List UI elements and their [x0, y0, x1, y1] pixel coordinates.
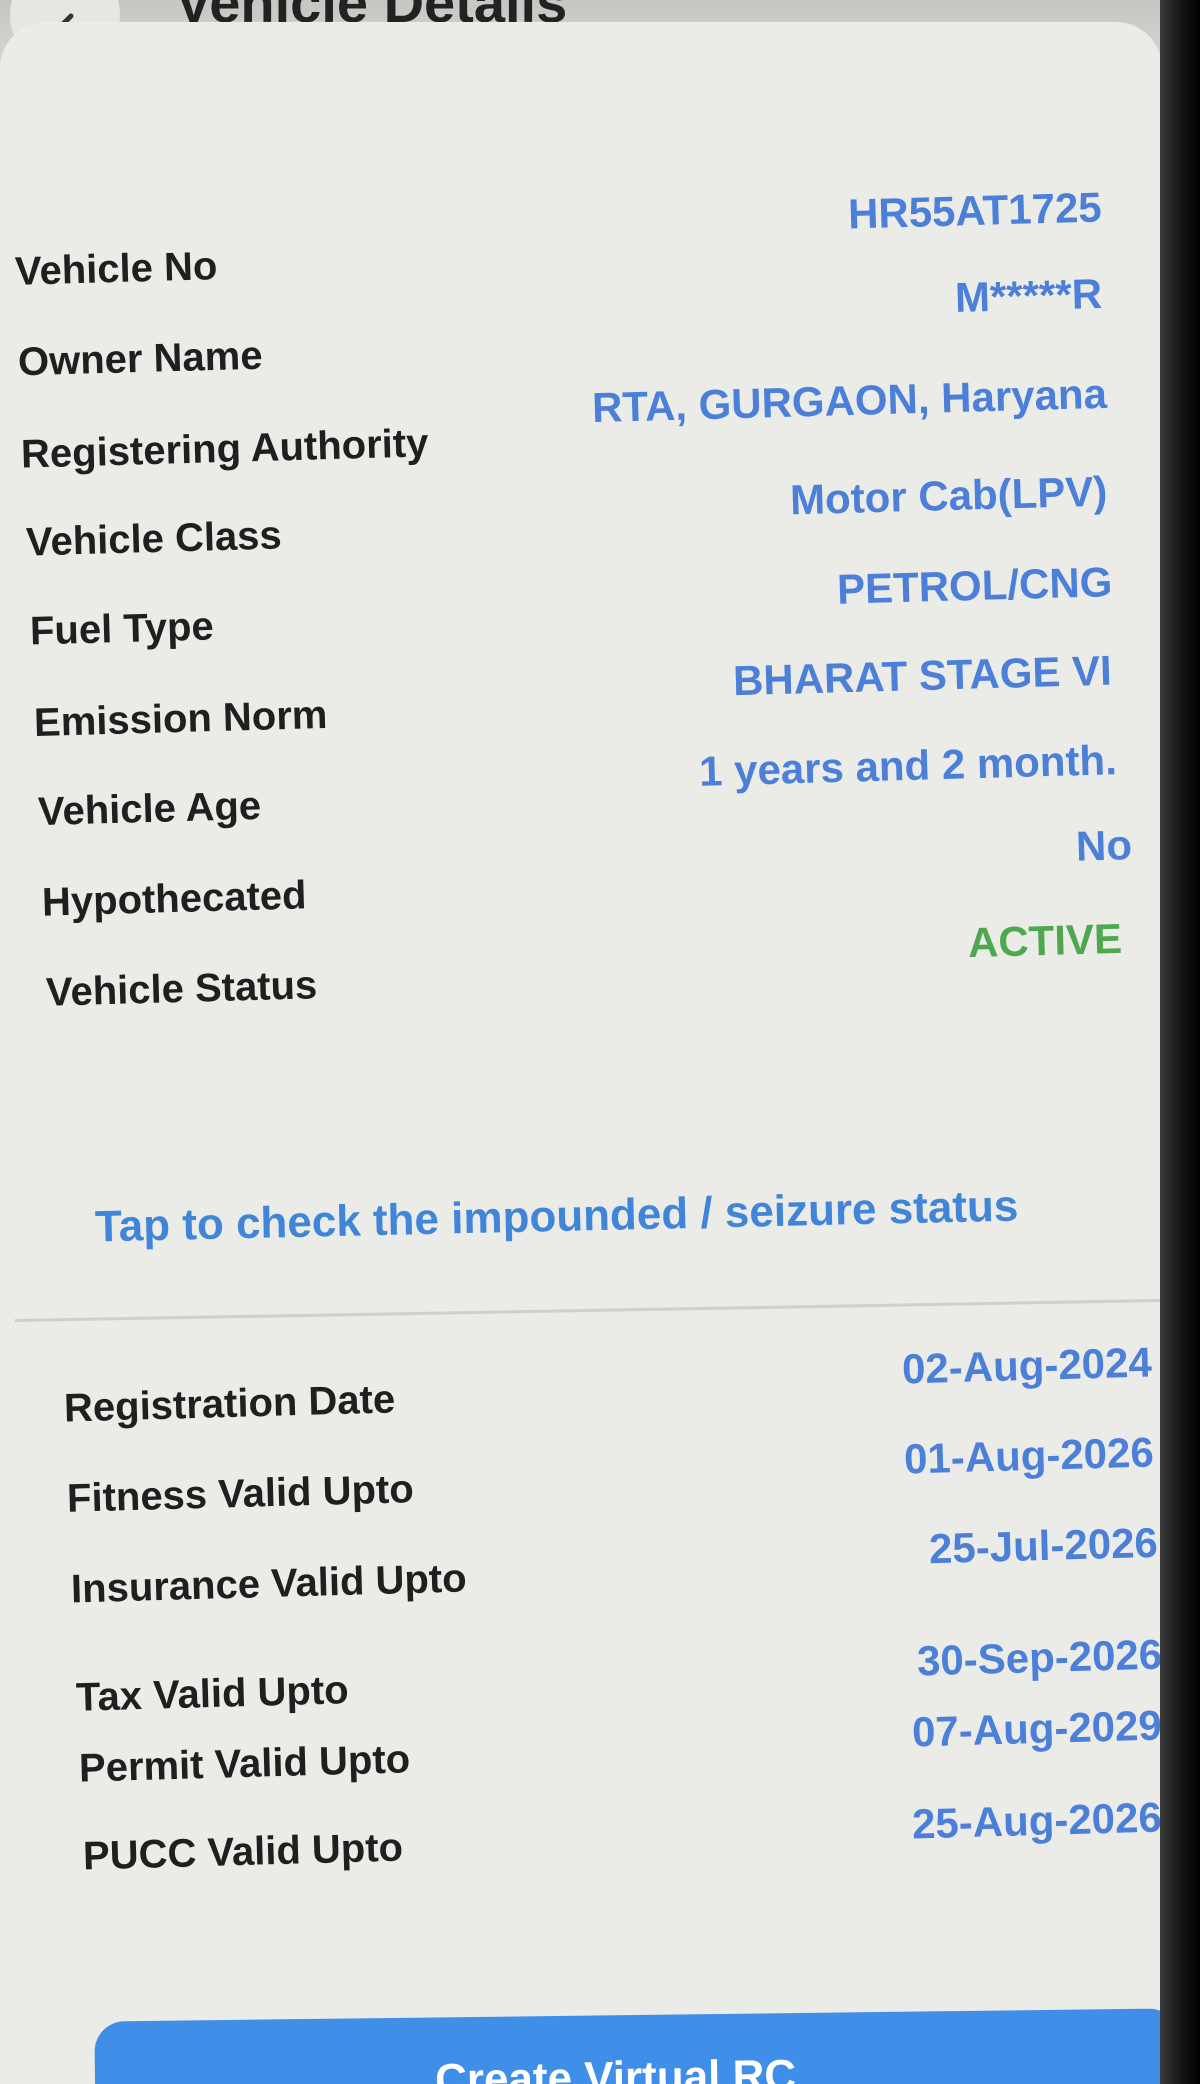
label-pucc-valid-upto: PUCC Valid Upto	[82, 1825, 404, 1879]
value-vehicle-status: ACTIVE	[967, 914, 1123, 967]
value-hypothecated: No	[1075, 821, 1133, 870]
value-insurance-valid-upto: 25-Jul-2026	[928, 1518, 1159, 1573]
value-vehicle-no: HR55AT1725	[847, 183, 1103, 238]
label-owner-name: Owner Name	[17, 333, 264, 385]
value-registering-authority: RTA, GURGAON, Haryana	[591, 369, 1108, 432]
label-hypothecated: Hypothecated	[41, 873, 308, 925]
label-vehicle-status: Vehicle Status	[45, 963, 318, 1015]
label-permit-valid-upto: Permit Valid Upto	[78, 1737, 411, 1791]
create-virtual-rc-button[interactable]: Create Virtual RC	[94, 2008, 1181, 2084]
label-vehicle-no: Vehicle No	[14, 244, 218, 294]
value-tax-valid-upto: 30-Sep-2026	[916, 1630, 1163, 1685]
section-divider	[14, 1298, 1197, 1322]
label-tax-valid-upto: Tax Valid Upto	[75, 1668, 350, 1720]
value-emission-norm: BHARAT STAGE VI	[732, 646, 1113, 705]
label-registration-date: Registration Date	[63, 1377, 396, 1431]
value-fuel-type: PETROL/CNG	[836, 558, 1113, 613]
label-vehicle-class: Vehicle Class	[25, 513, 283, 565]
label-emission-norm: Emission Norm	[33, 692, 328, 746]
value-owner-name: M*****R	[954, 269, 1103, 322]
value-permit-valid-upto: 07-Aug-2029	[911, 1701, 1163, 1756]
value-vehicle-age: 1 years and 2 month.	[698, 736, 1118, 795]
value-fitness-valid-upto: 01-Aug-2026	[903, 1428, 1155, 1483]
label-vehicle-age: Vehicle Age	[37, 783, 262, 835]
value-registration-date: 02-Aug-2024	[901, 1338, 1153, 1393]
label-registering-authority: Registering Authority	[20, 421, 429, 477]
label-insurance-valid-upto: Insurance Valid Upto	[70, 1556, 468, 1612]
create-virtual-rc-label: Create Virtual RC	[434, 2051, 797, 2084]
label-fuel-type: Fuel Type	[29, 604, 215, 654]
label-fitness-valid-upto: Fitness Valid Upto	[66, 1467, 415, 1521]
value-vehicle-class: Motor Cab(LPV)	[789, 467, 1108, 524]
vehicle-details-card: Vehicle No HR55AT1725 Owner Name M*****R…	[0, 22, 1197, 2084]
screen-edge-right	[1160, 0, 1200, 2084]
seizure-status-link[interactable]: Tap to check the impounded / seizure sta…	[95, 1182, 1019, 1253]
value-pucc-valid-upto: 25-Aug-2026	[911, 1793, 1163, 1848]
